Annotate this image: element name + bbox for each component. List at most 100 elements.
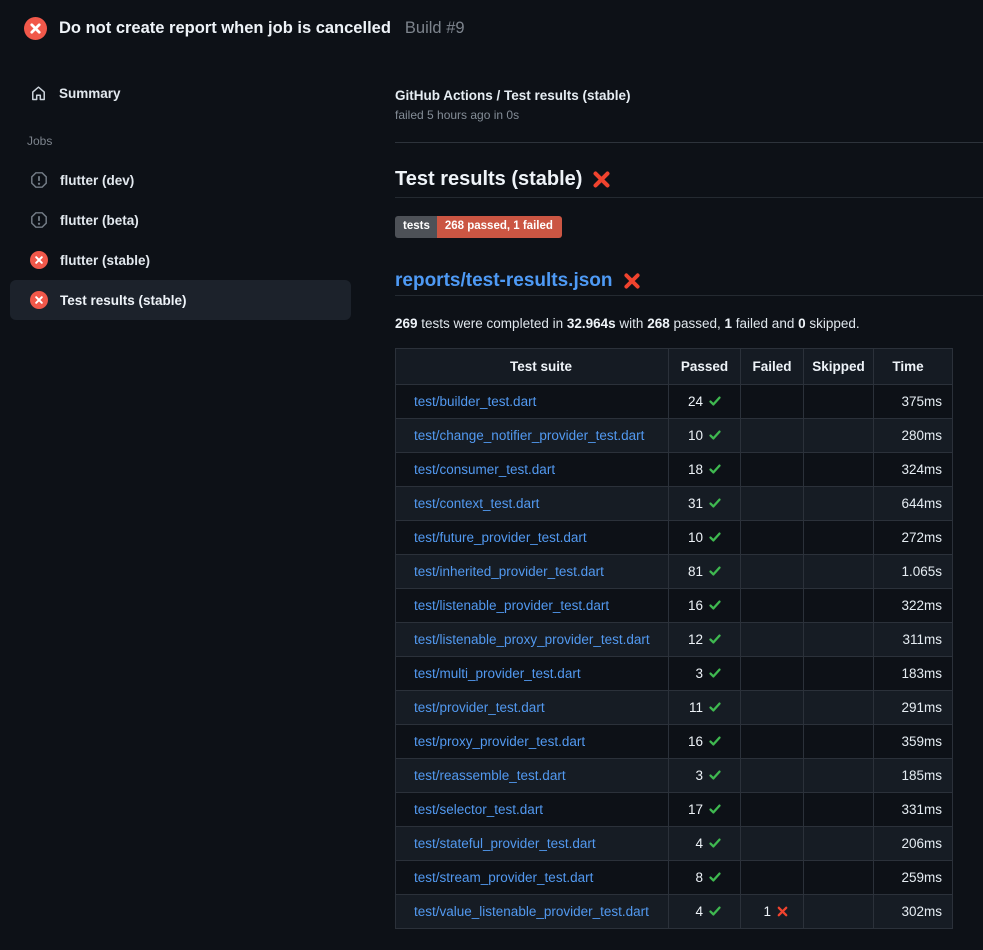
sidebar-item-flutter-dev[interactable]: flutter (dev) <box>10 160 351 200</box>
sidebar: Summary Jobs flutter (dev)flutter (beta)… <box>0 56 395 320</box>
table-row: test/value_listenable_provider_test.dart… <box>396 894 953 928</box>
section-title-text: Test results (stable) <box>395 168 582 191</box>
time-cell: 311ms <box>874 622 953 656</box>
skipped-cell <box>804 418 874 452</box>
test-suite-link[interactable]: test/consumer_test.dart <box>414 462 555 477</box>
failed-cell <box>741 792 804 826</box>
time-cell: 331ms <box>874 792 953 826</box>
table-row: test/selector_test.dart 17 331ms <box>396 792 953 826</box>
report-file-link[interactable]: reports/test-results.json <box>395 270 613 292</box>
jobs-list: flutter (dev) flutter (beta) flutter (stab… <box>0 160 395 320</box>
skipped-cell <box>804 520 874 554</box>
octagon-exclamation-icon <box>30 211 48 229</box>
skipped-cell <box>804 384 874 418</box>
passed-count: 3 <box>695 666 703 681</box>
test-suite-link[interactable]: test/value_listenable_provider_test.dart <box>414 904 649 919</box>
sidebar-item-test-results-stable[interactable]: Test results (stable) <box>10 280 351 320</box>
time-cell: 183ms <box>874 656 953 690</box>
passed-count: 31 <box>688 496 703 511</box>
check-icon <box>708 666 722 680</box>
passed-count: 17 <box>688 802 703 817</box>
passed-count: 18 <box>688 462 703 477</box>
test-suite-link[interactable]: test/change_notifier_provider_test.dart <box>414 428 644 443</box>
passed-cell: 4 <box>669 826 741 860</box>
time-cell: 359ms <box>874 724 953 758</box>
test-suite-link[interactable]: test/listenable_provider_test.dart <box>414 598 609 613</box>
check-icon <box>708 394 722 408</box>
sidebar-item-label: flutter (stable) <box>60 253 150 268</box>
test-suite-link[interactable]: test/listenable_proxy_provider_test.dart <box>414 632 650 647</box>
table-row: test/reassemble_test.dart3185ms <box>396 758 953 792</box>
section-title: Test results (stable) <box>395 168 983 198</box>
test-suite-link[interactable]: test/stream_provider_test.dart <box>414 870 593 885</box>
skipped-cell <box>804 724 874 758</box>
sidebar-item-label: flutter (beta) <box>60 213 139 228</box>
check-icon <box>708 632 722 646</box>
test-suite-link[interactable]: test/future_provider_test.dart <box>414 530 587 545</box>
failed-cell <box>741 690 804 724</box>
skipped-cell <box>804 452 874 486</box>
passed-cell: 3 <box>669 656 741 690</box>
column-header-passed: Passed <box>669 348 741 384</box>
table-row: test/inherited_provider_test.dart 81 1.065… <box>396 554 953 588</box>
test-suite-link[interactable]: test/context_test.dart <box>414 496 539 511</box>
skipped-cell <box>804 792 874 826</box>
sidebar-item-flutter-stable[interactable]: flutter (stable) <box>10 240 351 280</box>
time-cell: 259ms <box>874 860 953 894</box>
sidebar-item-flutter-beta[interactable]: flutter (beta) <box>10 200 351 240</box>
passed-count: 81 <box>688 564 703 579</box>
check-icon <box>708 462 722 476</box>
time-cell: 644ms <box>874 486 953 520</box>
time-cell: 1.065s <box>874 554 953 588</box>
passed-cell: 12 <box>669 622 741 656</box>
skipped-cell <box>804 758 874 792</box>
test-suite-link[interactable]: test/builder_test.dart <box>414 394 536 409</box>
column-header-skipped: Skipped <box>804 348 874 384</box>
home-icon <box>30 85 47 102</box>
failed-cell <box>741 554 804 588</box>
table-row: test/listenable_proxy_provider_test.dart… <box>396 622 953 656</box>
report-title: reports/test-results.json <box>395 270 983 296</box>
passed-cell: 10 <box>669 418 741 452</box>
run-status-line: failed 5 hours ago in 0s <box>395 108 983 122</box>
failed-cell <box>741 452 804 486</box>
failed-cell <box>741 758 804 792</box>
build-title: Do not create report when job is cancell… <box>59 19 391 38</box>
sidebar-item-summary[interactable]: Summary <box>10 75 351 111</box>
passed-cell: 81 <box>669 554 741 588</box>
table-row: test/provider_test.dart11291ms <box>396 690 953 724</box>
column-header-failed: Failed <box>741 348 804 384</box>
test-suite-link[interactable]: test/stateful_provider_test.dart <box>414 836 596 851</box>
column-header-test-suite: Test suite <box>396 348 669 384</box>
check-icon <box>708 428 722 442</box>
time-cell: 272ms <box>874 520 953 554</box>
passed-cell: 18 <box>669 452 741 486</box>
check-icon <box>708 564 722 578</box>
divider <box>395 142 983 143</box>
x-icon <box>776 905 789 918</box>
test-suite-link[interactable]: test/proxy_provider_test.dart <box>414 734 585 749</box>
skipped-cell <box>804 588 874 622</box>
test-suite-link[interactable]: test/multi_provider_test.dart <box>414 666 581 681</box>
failed-cell <box>741 724 804 758</box>
check-icon <box>708 768 722 782</box>
passed-cell: 10 <box>669 520 741 554</box>
table-row: test/context_test.dart 31 644ms <box>396 486 953 520</box>
test-suite-link[interactable]: test/inherited_provider_test.dart <box>414 564 604 579</box>
time-cell: 302ms <box>874 894 953 928</box>
skipped-cell <box>804 622 874 656</box>
passed-cell: 17 <box>669 792 741 826</box>
test-suite-link[interactable]: test/provider_test.dart <box>414 700 545 715</box>
sidebar-item-label: flutter (dev) <box>60 173 134 188</box>
passed-cell: 31 <box>669 486 741 520</box>
passed-cell: 24 <box>669 384 741 418</box>
test-suite-link[interactable]: test/reassemble_test.dart <box>414 768 566 783</box>
test-suite-link[interactable]: test/selector_test.dart <box>414 802 543 817</box>
check-icon <box>708 700 722 714</box>
time-cell: 324ms <box>874 452 953 486</box>
check-icon <box>708 734 722 748</box>
check-icon <box>708 802 722 816</box>
failed-cell <box>741 622 804 656</box>
table-row: test/listenable_provider_test.dart16322m… <box>396 588 953 622</box>
circle-x-icon <box>30 291 48 309</box>
